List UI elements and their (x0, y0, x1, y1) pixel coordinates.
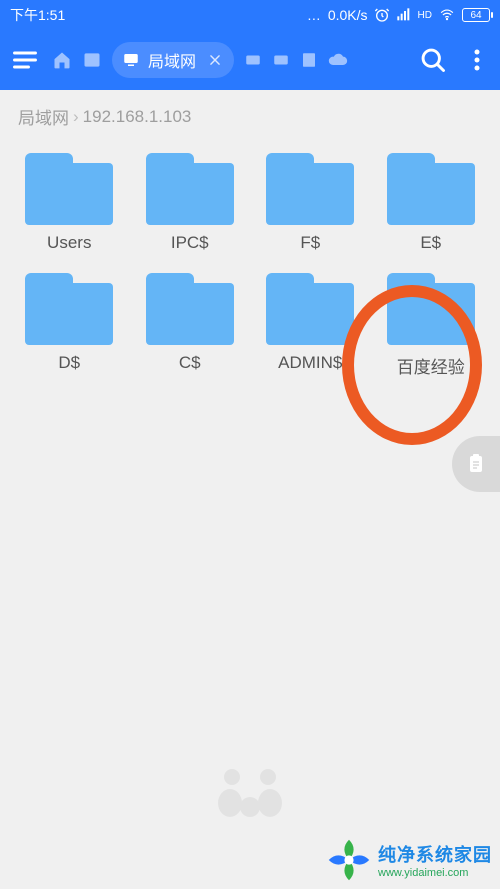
network-icon (122, 51, 140, 69)
cloud-tab-a-icon[interactable] (244, 51, 262, 69)
status-right: … 0.0K/s HD 64 (307, 7, 490, 23)
folder-icon (266, 273, 354, 345)
folder-icon (25, 273, 113, 345)
close-tab-button[interactable] (204, 49, 226, 71)
tab-strip: 局域网 (52, 42, 408, 78)
menu-button[interactable] (8, 43, 42, 77)
breadcrumb[interactable]: 局域网 › 192.168.1.103 (0, 90, 500, 143)
wifi-icon (438, 8, 456, 22)
folder-item[interactable]: ADMIN$ (255, 273, 366, 378)
alarm-icon (374, 7, 390, 23)
status-time: 下午1:51 (10, 5, 65, 25)
search-button[interactable] (418, 45, 448, 75)
brand-mark: 纯净系统家园 www.yidaimei.com (326, 837, 492, 883)
chevron-right-icon: › (73, 107, 79, 127)
status-dots: … (307, 7, 322, 23)
brand-logo-icon (326, 837, 372, 883)
breadcrumb-root: 局域网 (18, 104, 69, 129)
storage-tab-icon[interactable] (82, 50, 102, 70)
hd-icon: HD (418, 10, 432, 21)
clipboard-fab[interactable] (452, 436, 500, 492)
folder-label: C$ (179, 353, 201, 373)
cloud-tab-b-icon[interactable] (272, 51, 290, 69)
battery-icon: 64 (462, 8, 490, 22)
active-tab-label: 局域网 (148, 48, 196, 72)
folder-icon (146, 273, 234, 345)
folder-label: F$ (300, 233, 320, 253)
folder-label: Users (47, 233, 91, 253)
folder-item[interactable]: F$ (255, 153, 366, 253)
folder-icon (387, 273, 475, 345)
cloud-icon[interactable] (328, 50, 348, 70)
folder-item[interactable]: E$ (376, 153, 487, 253)
folder-item[interactable]: Users (14, 153, 125, 253)
folder-label: ADMIN$ (278, 353, 342, 373)
clipboard-icon (464, 452, 488, 476)
folder-grid: Users IPC$ F$ E$ D$ C$ ADMIN$ 百度 (0, 143, 500, 388)
folder-label: IPC$ (171, 233, 209, 253)
folder-item[interactable]: IPC$ (135, 153, 246, 253)
folder-item[interactable]: 百度经验 (376, 273, 487, 378)
status-net-speed: 0.0K/s (328, 7, 368, 23)
folder-icon (25, 153, 113, 225)
app-bar: 局域网 (0, 30, 500, 90)
breadcrumb-path: 192.168.1.103 (83, 107, 192, 127)
active-tab[interactable]: 局域网 (112, 42, 234, 78)
folder-item[interactable]: C$ (135, 273, 246, 378)
home-tab-icon[interactable] (52, 50, 72, 70)
watermark-icon (210, 759, 290, 819)
folder-item[interactable]: D$ (14, 273, 125, 378)
book-tab-icon[interactable] (300, 51, 318, 69)
overflow-menu-button[interactable] (462, 45, 492, 75)
folder-label: D$ (58, 353, 80, 373)
folder-label: 百度经验 (397, 353, 465, 378)
folder-label: E$ (420, 233, 441, 253)
signal-icon (396, 7, 412, 23)
folder-icon (266, 153, 354, 225)
folder-icon (146, 153, 234, 225)
folder-icon (387, 153, 475, 225)
status-bar: 下午1:51 … 0.0K/s HD 64 (0, 0, 500, 30)
brand-name: 纯净系统家园 (378, 841, 492, 867)
brand-url: www.yidaimei.com (378, 867, 492, 879)
